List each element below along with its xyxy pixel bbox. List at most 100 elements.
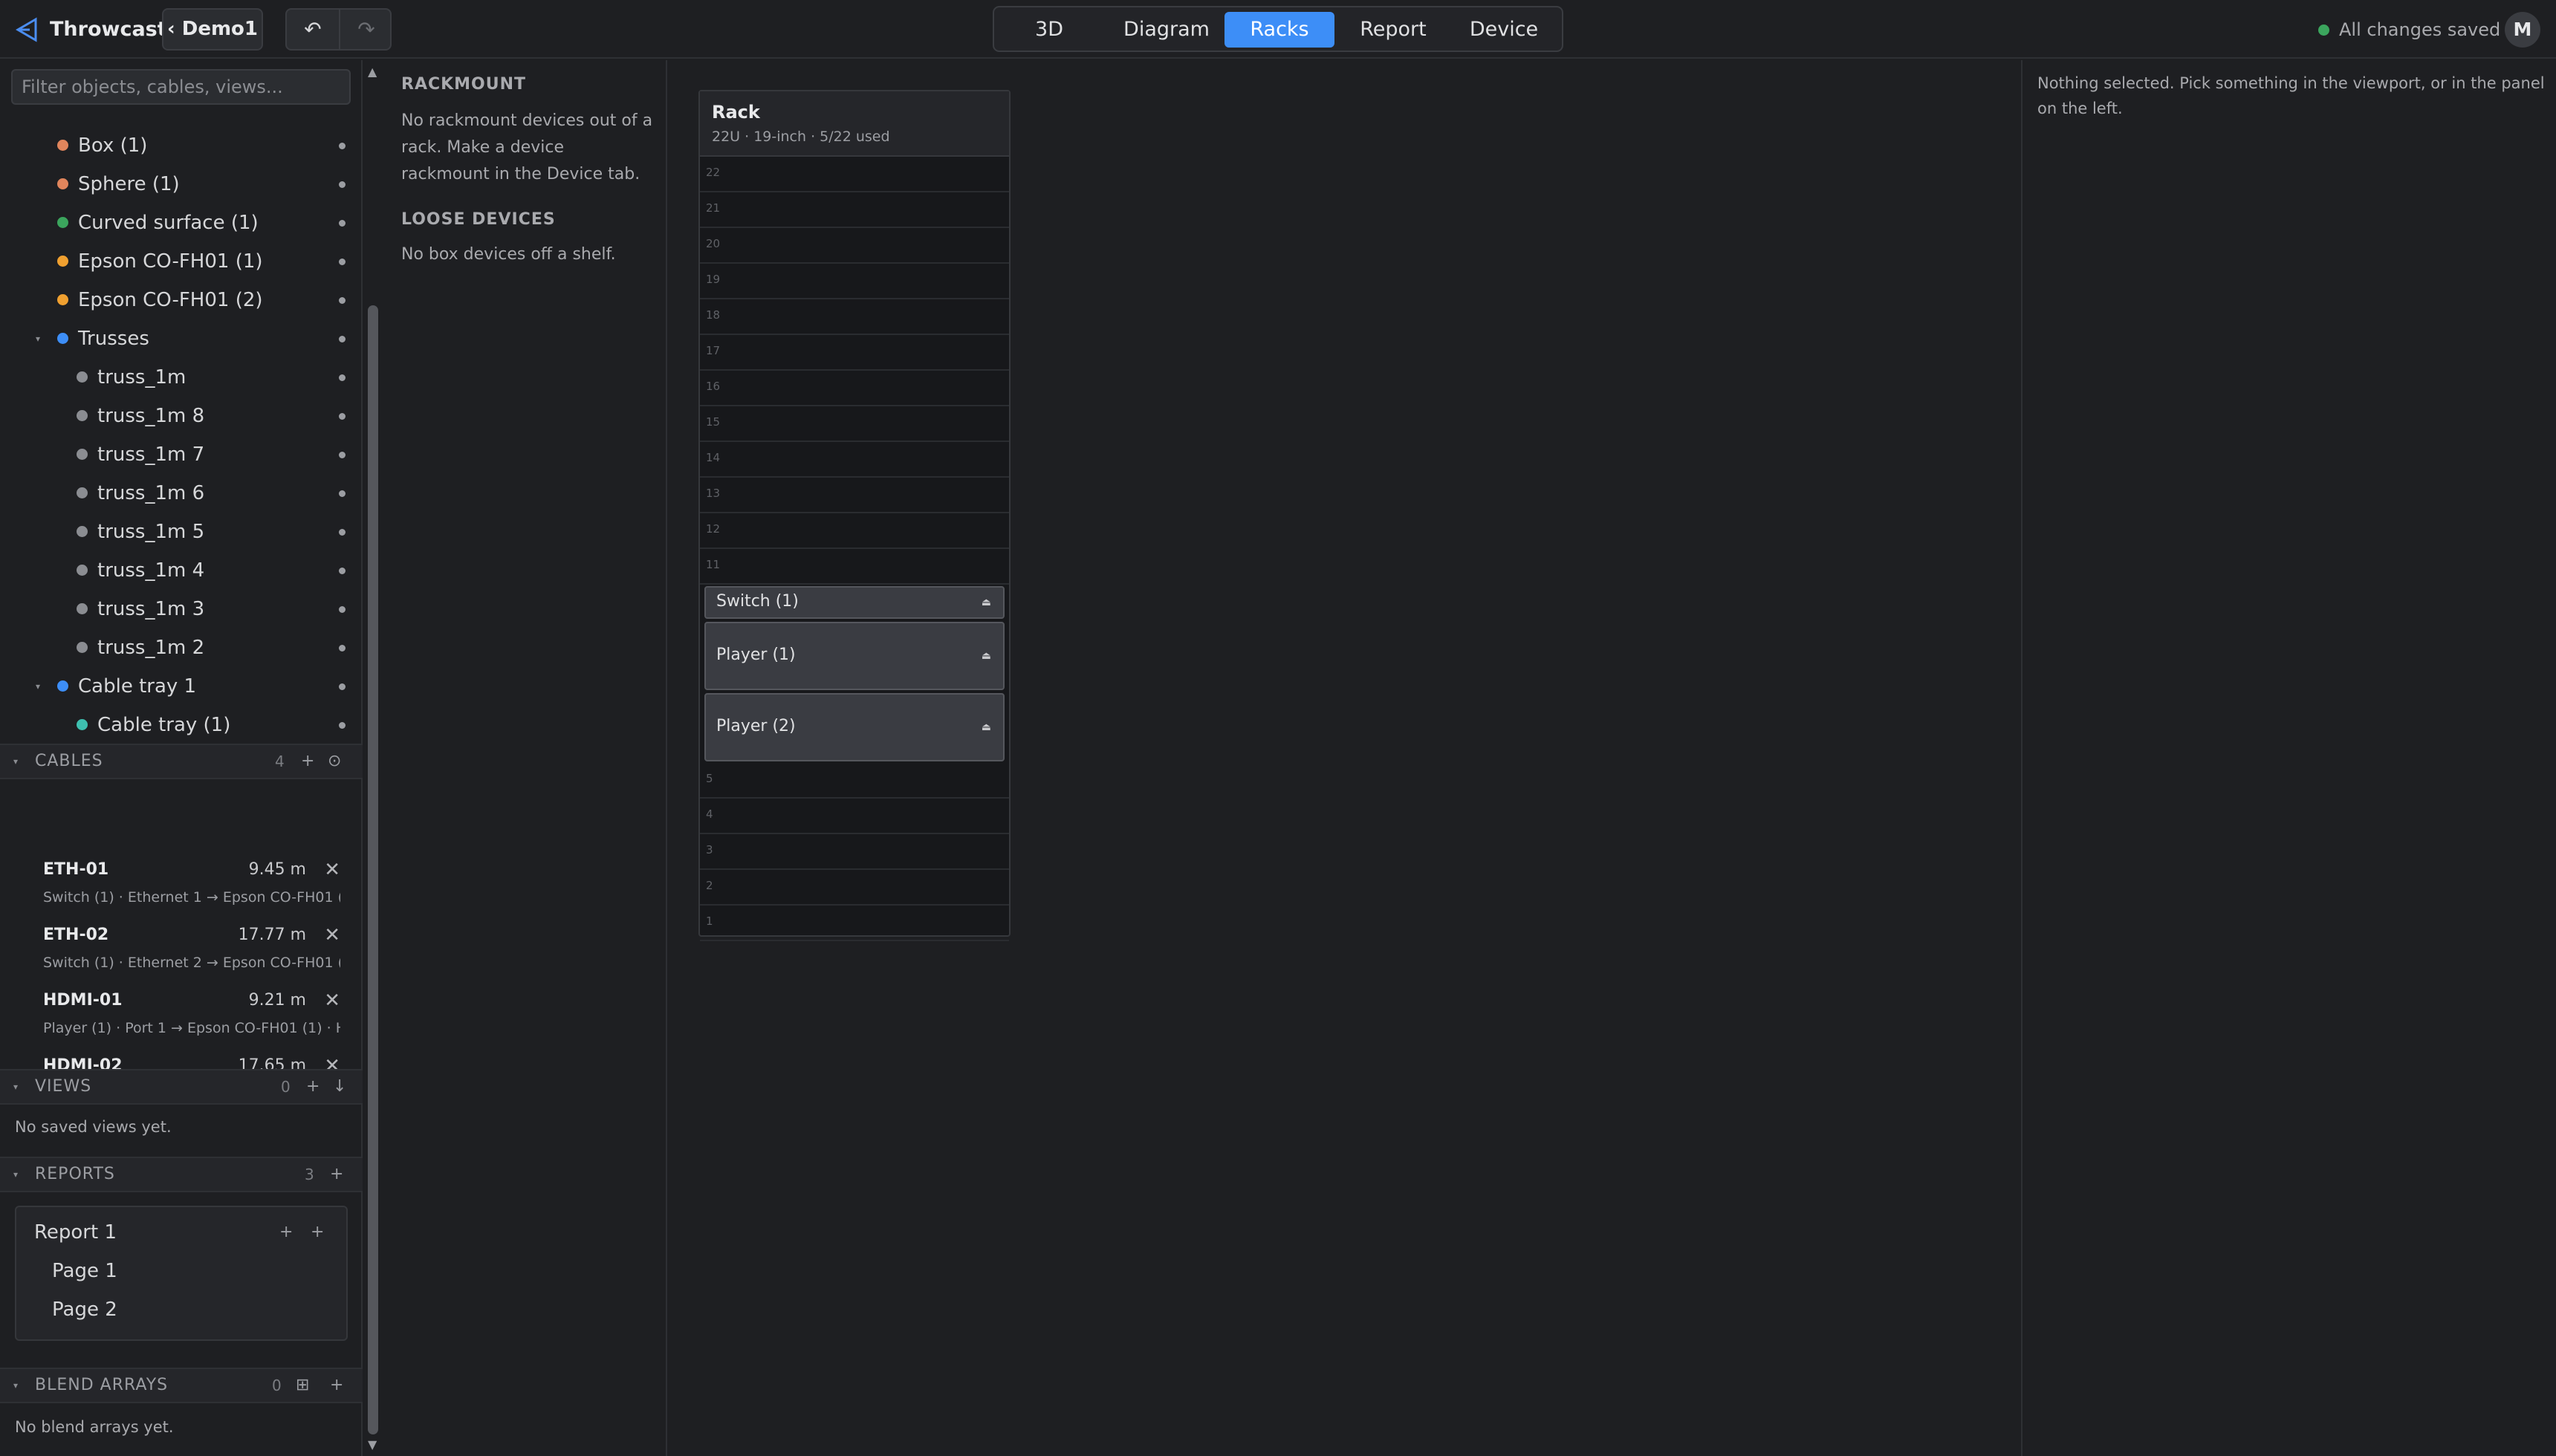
chevron-down-icon[interactable]: ▾ [13,1070,18,1103]
scroll-down-icon[interactable]: ▼ [368,1437,377,1452]
visibility-dot[interactable] [339,645,346,651]
report-name[interactable]: Report 1 [34,1218,117,1247]
tree-item[interactable]: truss_1m 2 [0,633,363,663]
tab-3d[interactable]: 3D [1000,12,1098,48]
visibility-dot[interactable] [339,722,346,729]
rack-unit-slot[interactable]: 4 [700,799,1009,834]
rack-device[interactable]: Player (1) ⏏ [704,622,1005,690]
undo-icon[interactable]: ↶ [287,10,339,49]
visibility-dot[interactable] [339,220,346,227]
search-input[interactable] [11,69,351,105]
rack-unit-slot[interactable]: 17 [700,335,1009,371]
tree-item[interactable]: Curved surface (1) [0,208,363,238]
rack-unit-slot[interactable]: 11 [700,549,1009,585]
cable-item[interactable]: ETH-02 17.77 m ✕ Switch (1) · Ethernet 2 → … [43,924,340,989]
chevron-down-icon[interactable]: ▾ [36,672,40,701]
rack[interactable]: Rack 22U · 19-inch · 5/22 used 22 21 20 19 1… [698,90,1011,941]
tab-device[interactable]: Device [1449,12,1559,48]
rack-unit-slot[interactable]: 21 [700,192,1009,228]
scrollbar-thumb[interactable] [368,305,378,1434]
user-avatar[interactable]: M [2505,12,2540,48]
visibility-dot[interactable] [339,568,346,574]
reports-section-header[interactable]: ▾ REPORTS 3 + [0,1157,363,1192]
tree-item[interactable]: truss_1m [0,363,363,392]
rack-unit-slot[interactable]: 15 [700,406,1009,442]
eject-icon[interactable]: ⏏ [982,650,991,662]
cable-item[interactable]: ETH-01 9.45 m ✕ Switch (1) · Ethernet 1 → E… [43,859,340,924]
target-icon[interactable]: ⊙ [328,745,341,778]
visibility-dot[interactable] [339,452,346,458]
visibility-dot[interactable] [339,336,346,342]
tree-item[interactable]: Cable tray (1) [0,710,363,740]
blend-arrays-section-header[interactable]: ▾ BLEND ARRAYS 0 ⊞ + [0,1368,363,1403]
chevron-down-icon[interactable]: ▾ [36,324,40,354]
visibility-dot[interactable] [339,490,346,497]
rack-unit-slot[interactable]: 1 [700,906,1009,941]
add-view-icon[interactable]: + [306,1070,320,1103]
rack-unit-slot[interactable]: 13 [700,478,1009,513]
project-back-button[interactable]: ‹ Demo1 [162,8,263,51]
tree-item[interactable]: Epson CO-FH01 (1) [0,247,363,276]
visibility-dot[interactable] [339,606,346,613]
visibility-dot[interactable] [339,529,346,536]
rack-unit-slot[interactable]: 19 [700,264,1009,299]
chevron-down-icon[interactable]: ▾ [13,1369,18,1402]
redo-icon[interactable]: ↷ [340,10,392,49]
tree-item[interactable]: truss_1m 3 [0,594,363,624]
tab-report[interactable]: Report [1337,12,1449,48]
visibility-dot[interactable] [339,259,346,265]
add-page-icon[interactable]: + [279,1218,293,1247]
visibility-dot[interactable] [339,143,346,149]
rack-unit-slot[interactable]: 3 [700,834,1009,870]
visibility-dot[interactable] [339,181,346,188]
rack-device[interactable]: Player (2) ⏏ [704,693,1005,761]
rack-header[interactable]: Rack 22U · 19-inch · 5/22 used [700,91,1009,157]
eject-icon[interactable]: ⏏ [982,721,991,733]
chevron-down-icon[interactable]: ▾ [13,745,18,778]
add-report-icon[interactable]: + [330,1158,343,1191]
rack-unit-slot[interactable]: 16 [700,371,1009,406]
cables-section-header[interactable]: ▾ CABLES 4 + ⊙ [0,744,363,779]
rack-canvas[interactable]: Rack 22U · 19-inch · 5/22 used 22 21 20 19 1… [669,60,2021,1456]
rack-unit-slot[interactable]: 20 [700,228,1009,264]
tree-item[interactable]: truss_1m 4 [0,556,363,585]
visibility-dot[interactable] [339,413,346,420]
rack-device[interactable]: Switch (1) ⏏ [704,586,1005,619]
visibility-dot[interactable] [339,297,346,304]
scroll-up-icon[interactable]: ▲ [368,65,377,79]
tree-item[interactable]: Sphere (1) [0,169,363,199]
tree-item[interactable]: Box (1) [0,131,363,160]
visibility-dot[interactable] [339,374,346,381]
rack-unit-slot[interactable]: 18 [700,299,1009,335]
grid-icon[interactable]: ⊞ [296,1369,309,1402]
rack-unit-slot[interactable]: 2 [700,870,1009,906]
tree-item[interactable]: Epson CO-FH01 (2) [0,285,363,315]
tree-item[interactable]: truss_1m 5 [0,517,363,547]
tree-group-row[interactable]: ▾ Trusses [0,324,363,354]
chevron-down-icon[interactable]: ▾ [13,1158,18,1191]
rack-unit-slot[interactable]: 5 [700,763,1009,799]
tab-diagram[interactable]: Diagram [1107,12,1226,48]
add-blend-array-icon[interactable]: + [330,1369,343,1402]
rack-unit-slot[interactable]: 22 [700,157,1009,192]
close-icon[interactable]: ✕ [324,859,340,881]
tree-item[interactable]: truss_1m 6 [0,478,363,508]
close-icon[interactable]: ✕ [324,989,340,1012]
tree-group-row[interactable]: ▾ Cable tray 1 [0,672,363,701]
add-page-icon[interactable]: + [311,1218,324,1247]
rack-unit-slot[interactable]: 14 [700,442,1009,478]
visibility-dot[interactable] [339,683,346,690]
tab-racks[interactable]: Racks [1225,12,1334,48]
eject-icon[interactable]: ⏏ [982,597,991,608]
report-page-item[interactable]: Page 2 [52,1295,117,1325]
tree-item[interactable]: truss_1m 7 [0,440,363,469]
outliner-scrollbar[interactable]: ▲ ▼ [366,60,380,1456]
report-page-item[interactable]: Page 1 [52,1256,117,1286]
views-section-header[interactable]: ▾ VIEWS 0 + ↓ [0,1069,363,1105]
rack-unit-slot[interactable]: 12 [700,513,1009,549]
close-icon[interactable]: ✕ [324,924,340,946]
add-cable-icon[interactable]: + [301,745,314,778]
cable-item[interactable]: HDMI-01 9.21 m ✕ Player (1) · Port 1 → Epso… [43,989,340,1055]
download-icon[interactable]: ↓ [333,1070,346,1103]
tree-item[interactable]: truss_1m 8 [0,401,363,431]
